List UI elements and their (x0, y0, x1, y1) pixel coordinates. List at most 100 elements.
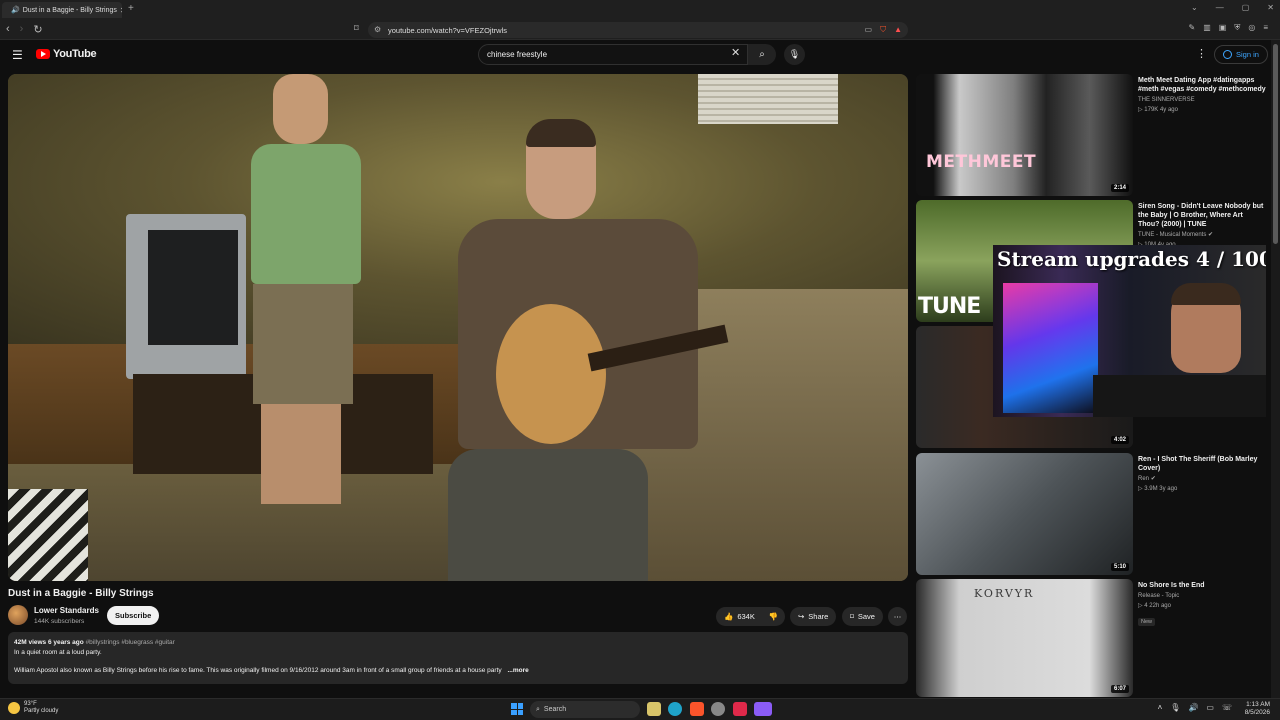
site-info-icon[interactable]: ⚙ (374, 25, 381, 34)
url-bar-actions: ▭ ⛉ ▲ (865, 25, 902, 35)
discord-icon[interactable] (754, 702, 772, 716)
voice-search-button[interactable]: 🎙 (784, 44, 805, 65)
video-frame-guitarist (448, 119, 748, 581)
channel-avatar[interactable] (8, 605, 28, 625)
search-icon: ⌕ (759, 49, 765, 60)
clock[interactable]: 1:13 AM 8/5/2026 (1245, 701, 1270, 717)
more-horizontal-icon: ⋯ (893, 612, 902, 621)
browser-tab[interactable]: 🔊 Dust in a Baggie - Billy Strings ✕ (2, 2, 122, 18)
brave-shield-icon[interactable]: ⛉ (880, 25, 886, 35)
video-duration: 5:10 (1110, 563, 1129, 571)
overlay-pc-lights (1003, 283, 1098, 413)
scrollbar-thumb[interactable] (1273, 44, 1278, 244)
reload-icon[interactable]: ↻ (33, 23, 42, 36)
new-tab-icon[interactable]: + (128, 3, 134, 14)
search-icon: ⌕ (536, 705, 540, 713)
taskbar-search-label: Search (543, 706, 567, 713)
forward-icon[interactable]: › (20, 23, 24, 36)
video-player[interactable] (8, 74, 908, 581)
recommendation-title[interactable]: Ren - I Shot The Sheriff (Bob Marley Cov… (1138, 455, 1266, 473)
chevron-down-icon[interactable]: ⌄ (1191, 3, 1198, 12)
share-button[interactable]: ↪ Share (790, 607, 837, 626)
speaker-icon: 🔊 (11, 7, 20, 14)
recommendation-title[interactable]: No Shore Is the End (1138, 581, 1266, 590)
search-button[interactable]: ⌕ (748, 44, 776, 65)
show-more-link[interactable]: ...more (507, 667, 528, 674)
settings-more-icon[interactable]: ⋮ (1196, 47, 1207, 60)
recommendation-info: Meth Meet Dating App #datingapps #meth #… (1138, 76, 1266, 114)
brave-icon[interactable] (690, 702, 704, 716)
wallet-icon[interactable]: ▣ (1219, 23, 1227, 33)
recommendation-meta: ▷ 4 22h ago (1138, 603, 1171, 609)
volume-icon[interactable]: 🔊 (1188, 703, 1198, 712)
hamburger-menu-icon[interactable]: ☰ (12, 48, 23, 62)
tab-close-icon[interactable]: ✕ (120, 6, 122, 15)
close-window-icon[interactable]: ✕ (1267, 3, 1274, 12)
display-icon[interactable]: ▭ (1206, 703, 1214, 712)
url-field[interactable]: ⚙ youtube.com/watch?v=VFEZOjtrwls ▭ ⛉ ▲ (368, 22, 908, 38)
search-input[interactable]: chinese freestyle (478, 44, 748, 65)
window-controls: ⌄ — ▢ ✕ (1191, 3, 1274, 12)
recommendation-title[interactable]: Siren Song - Didn't Leave Nobody but the… (1138, 202, 1266, 229)
edit-icon[interactable]: ✎ (1189, 23, 1196, 33)
recommendation-title[interactable]: Meth Meet Dating App #datingapps #meth #… (1138, 76, 1266, 94)
maximize-icon[interactable]: ▢ (1242, 3, 1250, 12)
view-stats: 42M views 6 years ago (14, 639, 84, 646)
bookmark-save-icon: ⌑ (850, 612, 854, 621)
leo-icon[interactable]: ◎ (1248, 23, 1255, 33)
video-duration: 4:02 (1110, 436, 1129, 444)
clear-search-icon[interactable]: ✕ (731, 46, 740, 59)
microphone-tray-icon[interactable]: 🎙 (1170, 703, 1180, 712)
stream-overlay: Stream upgrades 4 / 100 (993, 245, 1266, 417)
recommendation-channel: Ren ✔ (1138, 476, 1156, 482)
description-line-1: In a quiet room at a loud party. (14, 649, 102, 656)
like-count[interactable]: 634K (737, 612, 755, 621)
description-box[interactable]: 42M views 6 years ago #billystrings #blu… (8, 632, 908, 684)
recommendation-info: Siren Song - Didn't Leave Nobody but the… (1138, 202, 1266, 249)
menu-icon[interactable]: ≡ (1263, 23, 1268, 33)
vpn-icon[interactable]: ⛨ (1234, 23, 1240, 33)
taskbar-search[interactable]: ⌕ Search (530, 701, 640, 718)
recommendation-thumbnail[interactable]: KORVYR 6:07 (916, 579, 1133, 697)
youtube-logo[interactable]: YouTube (36, 48, 97, 60)
verified-icon: ✔ (1150, 476, 1156, 482)
rewards-icon[interactable]: ▲ (894, 25, 902, 35)
app-pin-icon[interactable] (733, 702, 747, 716)
bookmark-icon[interactable]: ⌑ (354, 23, 359, 34)
youtube-header: ☰ YouTube chinese freestyle ✕ ⌕ 🎙 ⋮ Sign… (0, 40, 1270, 70)
recommendation-thumbnail[interactable]: 5:10 (916, 453, 1133, 575)
cast-icon[interactable]: ▭ (865, 25, 873, 35)
weather-temp: 93°F (24, 701, 37, 707)
file-explorer-icon[interactable] (647, 702, 661, 716)
youtube-play-icon (36, 49, 50, 59)
sidebar-icon[interactable]: ▥ (1203, 23, 1211, 33)
browser-extensions: ✎ ▥ ▣ ⛨ ◎ ≡ (1189, 23, 1268, 33)
thumbs-up-icon[interactable]: 👍 (724, 612, 733, 621)
save-label: Save (857, 612, 875, 621)
url-text: youtube.com/watch?v=VFEZOjtrwls (388, 25, 508, 35)
edge-icon[interactable] (668, 702, 682, 716)
windows-start-icon[interactable] (511, 703, 523, 715)
description-line-2: William Apostol also known as Billy Stri… (14, 667, 502, 674)
sign-in-button[interactable]: Sign in (1214, 45, 1268, 64)
thumbs-down-icon[interactable]: 👎 (769, 612, 778, 621)
notification-icon[interactable]: ☏ (1222, 703, 1232, 712)
page-scrollbar[interactable] (1271, 40, 1280, 698)
save-button[interactable]: ⌑ Save (842, 607, 883, 626)
like-dislike-group: 👍 634K 👎 (716, 607, 785, 626)
more-actions-button[interactable]: ⋯ (888, 607, 907, 626)
chevron-up-icon[interactable]: ˄ (1158, 703, 1163, 712)
minimize-icon[interactable]: — (1216, 3, 1224, 12)
chrome-icon[interactable] (711, 702, 725, 716)
weather-condition: Partly cloudy (24, 708, 59, 714)
video-duration: 6:07 (1110, 685, 1129, 693)
hashtags[interactable]: #billystrings #bluegrass #guitar (86, 639, 175, 646)
channel-name[interactable]: Lower Standards (34, 606, 99, 615)
weather-widget[interactable]: 93°F Partly cloudy (8, 701, 58, 715)
microphone-icon: 🎙 (788, 49, 801, 59)
subscribe-button[interactable]: Subscribe (107, 606, 160, 625)
recommendation-thumbnail[interactable]: METHMEET 2:14 (916, 74, 1133, 196)
back-icon[interactable]: ‹ (6, 23, 10, 36)
share-label: Share (808, 612, 829, 621)
video-frame-person-standing (233, 74, 368, 504)
